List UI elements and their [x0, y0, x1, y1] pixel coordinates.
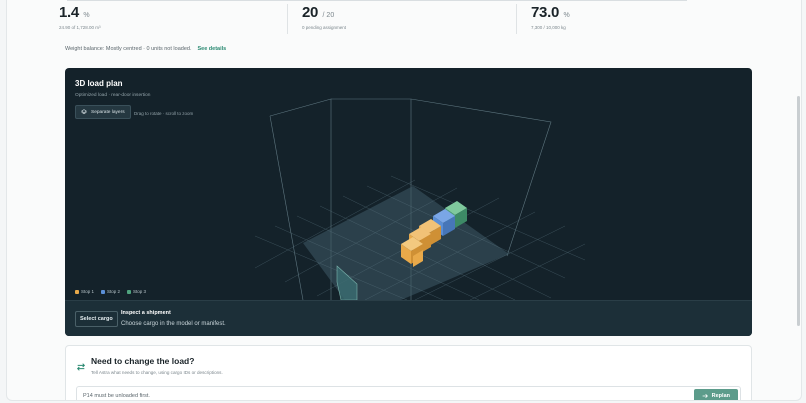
inspect-bar: Select cargo Inspect a shipment Choose c… [65, 300, 752, 336]
legend-item: Stop 1 [75, 289, 94, 294]
legend-swatch [127, 289, 132, 294]
legend-label: Stop 1 [81, 289, 95, 294]
separate-layers-label: Separate layers [91, 109, 125, 115]
replan-button[interactable]: Replan [693, 389, 738, 400]
legend-item: Stop 2 [101, 289, 120, 294]
layers-icon [81, 109, 87, 115]
load-plan-3d-view[interactable] [65, 68, 752, 300]
rotate-hint: Drag to rotate · scroll to zoom [134, 111, 194, 116]
kpi-sub: 0 pending assignment [302, 25, 347, 30]
swap-arrows-icon [76, 363, 86, 371]
load-plan-panel: 3D load plan Optimized load · rear-door … [65, 68, 752, 336]
legend-label: Stop 2 [107, 289, 121, 294]
kpi-utilization: 1.4 % 24.90 of 1,728.00 m³ [59, 4, 101, 30]
container-wall-left [269, 98, 332, 300]
kpi-sub: 7,300 / 10,000 kg [531, 25, 566, 30]
inspect-title: Inspect a shipment [121, 310, 171, 316]
replan-label: Replan [711, 393, 730, 399]
kpi-divider [287, 4, 288, 34]
divider [67, 0, 687, 1]
kpi-weight: 73.0 % 7,300 / 10,000 kg [531, 4, 570, 30]
select-cargo-button[interactable]: Select cargo [75, 311, 118, 327]
kpi-sub: 24.90 of 1,728.00 m³ [59, 25, 101, 30]
panel-subtitle: Optimized load · rear-door insertion [75, 93, 151, 98]
kpi-value: 20 [302, 4, 319, 21]
legend-swatch [101, 289, 106, 294]
legend-item: Stop 3 [127, 289, 146, 294]
app-frame: 1.4 % 24.90 of 1,728.00 m³ 20 / 20 0 pen… [6, 0, 802, 401]
inspect-text: Choose cargo in the model or manifest. [121, 321, 226, 327]
kpi-assigned: 20 / 20 0 pending assignment [302, 4, 346, 30]
weight-balance-text: Weight balance: Mostly centred · 0 units… [65, 46, 192, 52]
change-title: Need to change the load? [91, 356, 195, 366]
change-load-card: Need to change the load? Tell Astra what… [65, 345, 752, 400]
kpi-unit: % [563, 12, 570, 19]
separate-layers-button[interactable]: Separate layers [75, 105, 131, 119]
panel-title: 3D load plan [75, 79, 123, 88]
change-request-input[interactable] [83, 393, 583, 399]
see-details-link[interactable]: See details [197, 46, 226, 52]
scrollbar[interactable] [797, 96, 800, 326]
change-subtitle: Tell Astra what needs to change, using c… [91, 370, 223, 375]
container-edge [269, 115, 304, 300]
kpi-value: 1.4 [59, 4, 79, 21]
change-request-field[interactable]: Replan [76, 386, 741, 400]
arrow-right-icon [702, 393, 708, 399]
kpi-value: 73.0 [531, 4, 559, 21]
kpi-unit: / 20 [322, 12, 335, 19]
kpi-unit: % [83, 12, 90, 19]
kpi-divider [516, 4, 517, 34]
stop-legend: Stop 1 Stop 2 Stop 3 [75, 289, 146, 294]
legend-label: Stop 3 [133, 289, 147, 294]
weight-balance: Weight balance: Mostly centred · 0 units… [65, 46, 226, 52]
legend-swatch [75, 289, 79, 294]
